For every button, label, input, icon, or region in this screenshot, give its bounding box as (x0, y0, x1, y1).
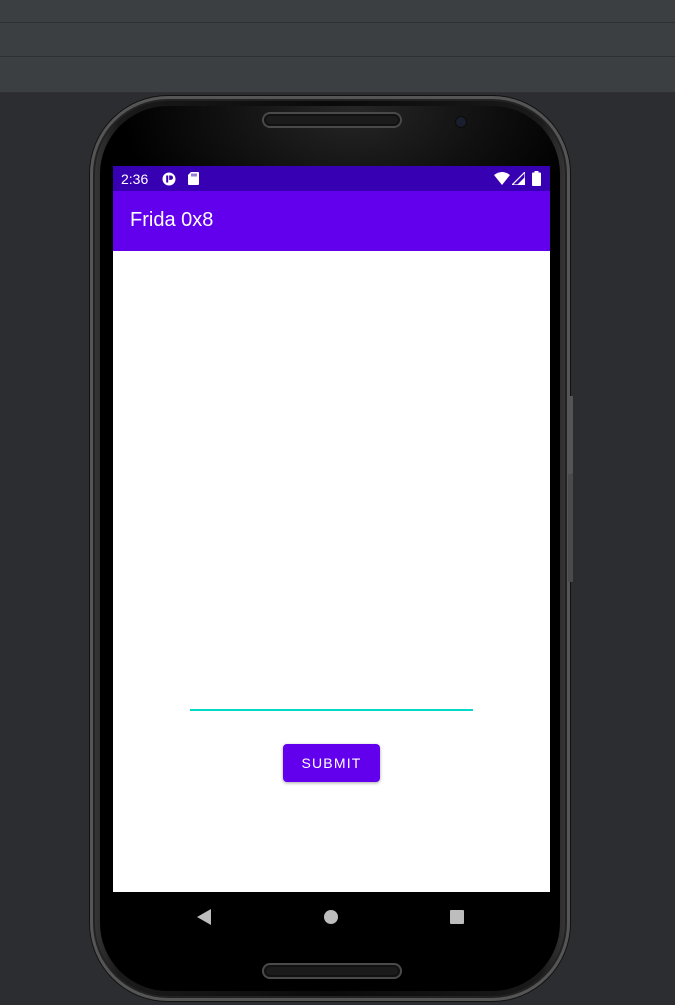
app-bar: Frida 0x8 (113, 191, 550, 251)
front-camera (456, 117, 466, 127)
navigation-bar (113, 892, 550, 942)
power-button[interactable] (568, 396, 573, 474)
sd-card-icon (188, 172, 199, 190)
ide-toolbar-top (0, 0, 675, 23)
back-icon[interactable] (174, 892, 234, 942)
device-screen: 2:36 Frida 0x8 SUBMIT (113, 166, 550, 942)
main-content: SUBMIT (113, 251, 550, 892)
status-time: 2:36 (121, 171, 149, 187)
cell-signal-icon (510, 170, 526, 190)
bottom-speaker (262, 963, 402, 979)
status-bar: 2:36 (113, 166, 550, 191)
recents-icon[interactable] (427, 892, 487, 942)
earpiece-speaker (262, 112, 402, 128)
flag-input[interactable] (190, 671, 473, 711)
media-playback-icon (162, 172, 176, 191)
ide-toolbar-bottom (0, 57, 675, 93)
wifi-icon (494, 172, 510, 190)
submit-button[interactable]: SUBMIT (283, 744, 380, 782)
volume-button[interactable] (568, 474, 573, 582)
battery-icon (532, 171, 541, 191)
app-title: Frida 0x8 (130, 209, 214, 231)
ide-toolbar-middle (0, 23, 675, 57)
home-icon[interactable] (301, 892, 361, 942)
